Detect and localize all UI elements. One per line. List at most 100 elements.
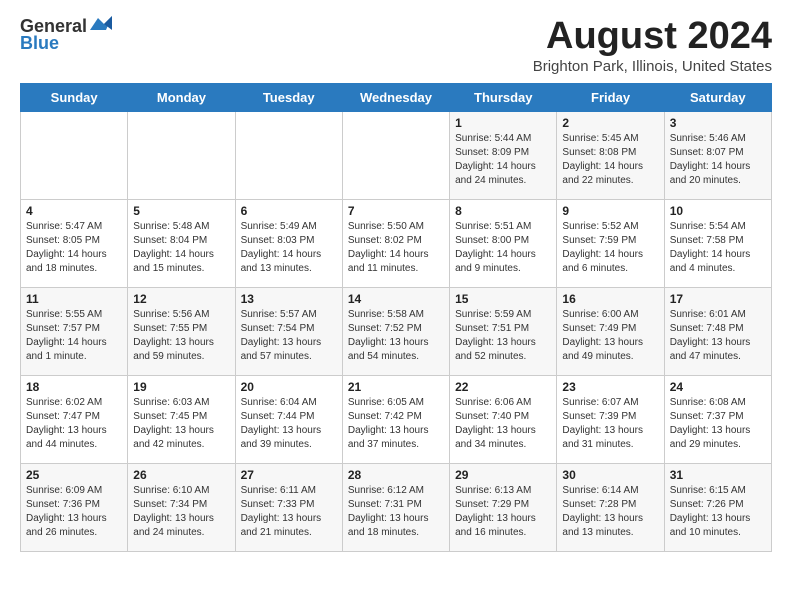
calendar-day-cell: 1 Sunrise: 5:44 AM Sunset: 8:09 PM Daylig… xyxy=(450,111,557,199)
calendar-week-row: 18 Sunrise: 6:02 AM Sunset: 7:47 PM Dayli… xyxy=(21,375,772,463)
calendar-week-row: 11 Sunrise: 5:55 AM Sunset: 7:57 PM Dayli… xyxy=(21,287,772,375)
day-number: 10 xyxy=(670,204,766,218)
calendar-day-cell: 22 Sunrise: 6:06 AM Sunset: 7:40 PM Dayli… xyxy=(450,375,557,463)
calendar-day-cell: 28 Sunrise: 6:12 AM Sunset: 7:31 PM Dayli… xyxy=(342,463,449,551)
day-detail: Sunrise: 5:55 AM Sunset: 7:57 PM Dayligh… xyxy=(26,308,122,364)
day-number: 25 xyxy=(26,468,122,482)
calendar-day-cell: 18 Sunrise: 6:02 AM Sunset: 7:47 PM Dayli… xyxy=(21,375,128,463)
day-number: 8 xyxy=(455,204,551,218)
day-number: 30 xyxy=(562,468,658,482)
logo: General Blue xyxy=(20,16,112,54)
calendar-week-row: 1 Sunrise: 5:44 AM Sunset: 8:09 PM Daylig… xyxy=(21,111,772,199)
day-detail: Sunrise: 5:45 AM Sunset: 8:08 PM Dayligh… xyxy=(562,132,658,188)
calendar-day-cell: 9Sunrise: 5:52 AM Sunset: 7:59 PM Daylig… xyxy=(557,199,664,287)
day-detail: Sunrise: 5:56 AM Sunset: 7:55 PM Dayligh… xyxy=(133,308,229,364)
day-detail: Sunrise: 5:50 AM Sunset: 8:02 PM Dayligh… xyxy=(348,220,444,276)
day-number: 14 xyxy=(348,292,444,306)
title-block: August 2024 Brighton Park, Illinois, Uni… xyxy=(533,16,772,75)
calendar-day-cell: 24 Sunrise: 6:08 AM Sunset: 7:37 PM Dayli… xyxy=(664,375,771,463)
calendar-day-cell: 16Sunrise: 6:00 AM Sunset: 7:49 PM Dayli… xyxy=(557,287,664,375)
calendar-day-cell: 2 Sunrise: 5:45 AM Sunset: 8:08 PM Daylig… xyxy=(557,111,664,199)
day-number: 1 xyxy=(455,116,551,130)
day-detail: Sunrise: 6:09 AM Sunset: 7:36 PM Dayligh… xyxy=(26,484,122,540)
day-detail: Sunrise: 6:03 AM Sunset: 7:45 PM Dayligh… xyxy=(133,396,229,452)
day-detail: Sunrise: 5:54 AM Sunset: 7:58 PM Dayligh… xyxy=(670,220,766,276)
day-detail: Sunrise: 6:12 AM Sunset: 7:31 PM Dayligh… xyxy=(348,484,444,540)
day-number: 29 xyxy=(455,468,551,482)
calendar-day-cell: 8 Sunrise: 5:51 AM Sunset: 8:00 PM Daylig… xyxy=(450,199,557,287)
logo-blue-text: Blue xyxy=(20,33,59,54)
day-number: 31 xyxy=(670,468,766,482)
day-detail: Sunrise: 6:04 AM Sunset: 7:44 PM Dayligh… xyxy=(241,396,337,452)
weekday-header-saturday: Saturday xyxy=(664,83,771,111)
calendar-day-cell: 3Sunrise: 5:46 AM Sunset: 8:07 PM Daylig… xyxy=(664,111,771,199)
page-subtitle: Brighton Park, Illinois, United States xyxy=(533,58,772,75)
empty-day-cell xyxy=(21,111,128,199)
day-detail: Sunrise: 6:06 AM Sunset: 7:40 PM Dayligh… xyxy=(455,396,551,452)
calendar-day-cell: 10 Sunrise: 5:54 AM Sunset: 7:58 PM Dayli… xyxy=(664,199,771,287)
day-number: 17 xyxy=(670,292,766,306)
weekday-header-row: SundayMondayTuesdayWednesdayThursdayFrid… xyxy=(21,83,772,111)
calendar-week-row: 25 Sunrise: 6:09 AM Sunset: 7:36 PM Dayli… xyxy=(21,463,772,551)
calendar-day-cell: 6 Sunrise: 5:49 AM Sunset: 8:03 PM Daylig… xyxy=(235,199,342,287)
day-number: 26 xyxy=(133,468,229,482)
day-number: 11 xyxy=(26,292,122,306)
day-detail: Sunrise: 6:10 AM Sunset: 7:34 PM Dayligh… xyxy=(133,484,229,540)
calendar-day-cell: 13 Sunrise: 5:57 AM Sunset: 7:54 PM Dayli… xyxy=(235,287,342,375)
day-number: 20 xyxy=(241,380,337,394)
day-number: 24 xyxy=(670,380,766,394)
day-detail: Sunrise: 6:08 AM Sunset: 7:37 PM Dayligh… xyxy=(670,396,766,452)
empty-day-cell xyxy=(342,111,449,199)
calendar-week-row: 4Sunrise: 5:47 AM Sunset: 8:05 PM Daylig… xyxy=(21,199,772,287)
calendar-day-cell: 12Sunrise: 5:56 AM Sunset: 7:55 PM Dayli… xyxy=(128,287,235,375)
day-number: 15 xyxy=(455,292,551,306)
day-number: 28 xyxy=(348,468,444,482)
calendar-day-cell: 30 Sunrise: 6:14 AM Sunset: 7:28 PM Dayli… xyxy=(557,463,664,551)
day-detail: Sunrise: 6:07 AM Sunset: 7:39 PM Dayligh… xyxy=(562,396,658,452)
day-detail: Sunrise: 6:11 AM Sunset: 7:33 PM Dayligh… xyxy=(241,484,337,540)
logo-bird-icon xyxy=(90,16,112,34)
day-detail: Sunrise: 5:59 AM Sunset: 7:51 PM Dayligh… xyxy=(455,308,551,364)
calendar-day-cell: 25 Sunrise: 6:09 AM Sunset: 7:36 PM Dayli… xyxy=(21,463,128,551)
day-detail: Sunrise: 5:58 AM Sunset: 7:52 PM Dayligh… xyxy=(348,308,444,364)
calendar-day-cell: 17 Sunrise: 6:01 AM Sunset: 7:48 PM Dayli… xyxy=(664,287,771,375)
weekday-header-thursday: Thursday xyxy=(450,83,557,111)
day-detail: Sunrise: 5:51 AM Sunset: 8:00 PM Dayligh… xyxy=(455,220,551,276)
weekday-header-sunday: Sunday xyxy=(21,83,128,111)
weekday-header-friday: Friday xyxy=(557,83,664,111)
day-number: 21 xyxy=(348,380,444,394)
day-detail: Sunrise: 6:15 AM Sunset: 7:26 PM Dayligh… xyxy=(670,484,766,540)
day-detail: Sunrise: 6:13 AM Sunset: 7:29 PM Dayligh… xyxy=(455,484,551,540)
empty-day-cell xyxy=(235,111,342,199)
page-title: August 2024 xyxy=(533,16,772,58)
calendar-day-cell: 7Sunrise: 5:50 AM Sunset: 8:02 PM Daylig… xyxy=(342,199,449,287)
day-number: 18 xyxy=(26,380,122,394)
calendar-day-cell: 31 Sunrise: 6:15 AM Sunset: 7:26 PM Dayli… xyxy=(664,463,771,551)
day-number: 22 xyxy=(455,380,551,394)
calendar-day-cell: 26 Sunrise: 6:10 AM Sunset: 7:34 PM Dayli… xyxy=(128,463,235,551)
day-number: 5 xyxy=(133,204,229,218)
day-detail: Sunrise: 6:14 AM Sunset: 7:28 PM Dayligh… xyxy=(562,484,658,540)
day-number: 27 xyxy=(241,468,337,482)
day-number: 13 xyxy=(241,292,337,306)
calendar-day-cell: 5Sunrise: 5:48 AM Sunset: 8:04 PM Daylig… xyxy=(128,199,235,287)
weekday-header-tuesday: Tuesday xyxy=(235,83,342,111)
day-detail: Sunrise: 6:00 AM Sunset: 7:49 PM Dayligh… xyxy=(562,308,658,364)
day-number: 2 xyxy=(562,116,658,130)
weekday-header-monday: Monday xyxy=(128,83,235,111)
calendar-day-cell: 27 Sunrise: 6:11 AM Sunset: 7:33 PM Dayli… xyxy=(235,463,342,551)
day-detail: Sunrise: 6:05 AM Sunset: 7:42 PM Dayligh… xyxy=(348,396,444,452)
day-detail: Sunrise: 5:44 AM Sunset: 8:09 PM Dayligh… xyxy=(455,132,551,188)
day-detail: Sunrise: 6:01 AM Sunset: 7:48 PM Dayligh… xyxy=(670,308,766,364)
day-detail: Sunrise: 6:02 AM Sunset: 7:47 PM Dayligh… xyxy=(26,396,122,452)
day-number: 9 xyxy=(562,204,658,218)
page-header: General Blue August 2024 Brighton Park, … xyxy=(20,16,772,75)
day-number: 4 xyxy=(26,204,122,218)
calendar-table: SundayMondayTuesdayWednesdayThursdayFrid… xyxy=(20,83,772,552)
calendar-day-cell: 15 Sunrise: 5:59 AM Sunset: 7:51 PM Dayli… xyxy=(450,287,557,375)
calendar-day-cell: 4Sunrise: 5:47 AM Sunset: 8:05 PM Daylig… xyxy=(21,199,128,287)
day-detail: Sunrise: 5:57 AM Sunset: 7:54 PM Dayligh… xyxy=(241,308,337,364)
calendar-day-cell: 29 Sunrise: 6:13 AM Sunset: 7:29 PM Dayli… xyxy=(450,463,557,551)
day-detail: Sunrise: 5:49 AM Sunset: 8:03 PM Dayligh… xyxy=(241,220,337,276)
day-number: 6 xyxy=(241,204,337,218)
